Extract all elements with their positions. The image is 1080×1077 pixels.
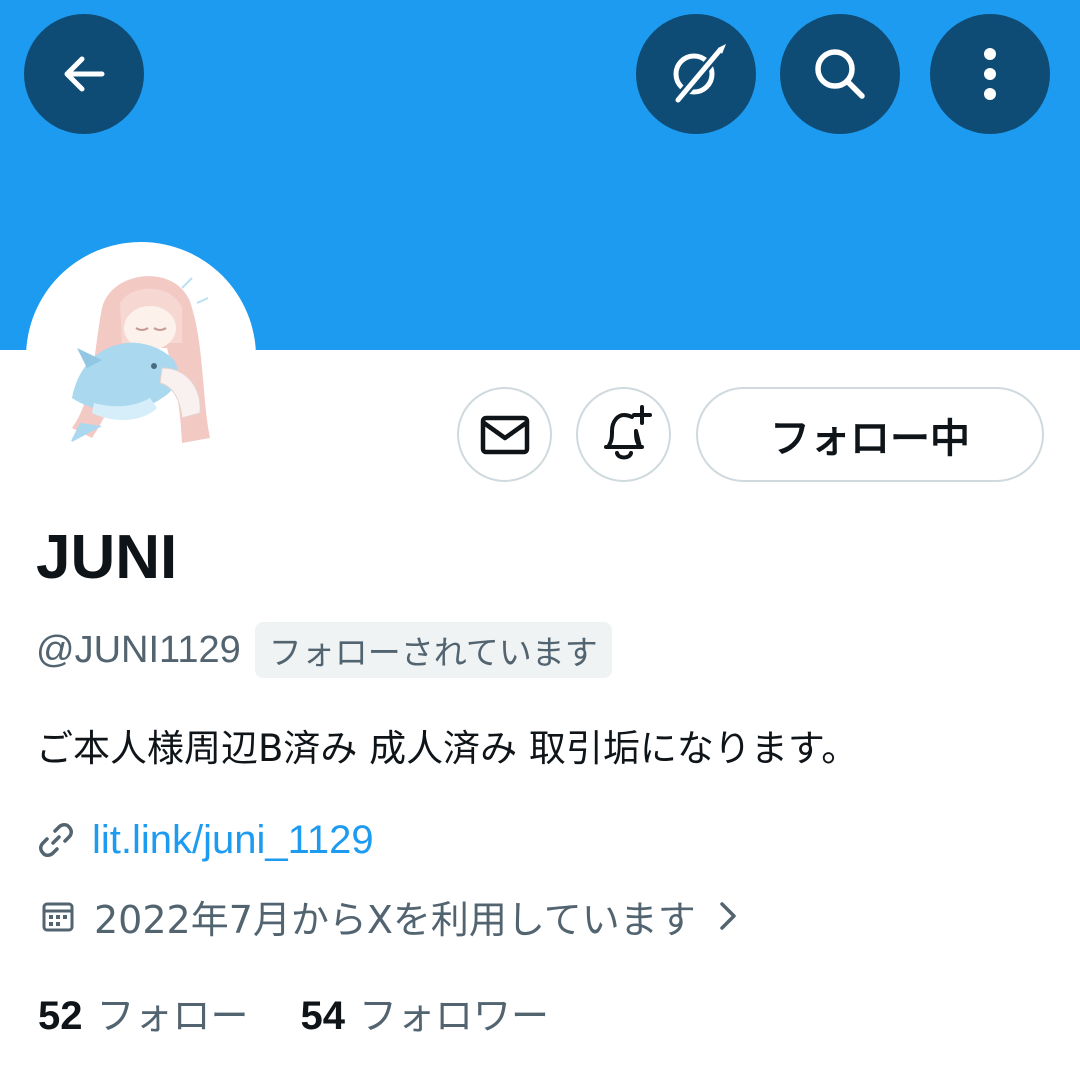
following-stat[interactable]: 52 フォロー <box>38 985 249 1040</box>
grok-icon <box>672 44 726 106</box>
followers-label: フォロワー <box>359 993 550 1038</box>
display-name: JUNI <box>36 523 178 592</box>
link-icon <box>39 823 73 857</box>
profile-link-row: lit.link/juni_1129 <box>36 812 374 868</box>
avatar[interactable] <box>26 242 256 472</box>
calendar-icon <box>42 902 74 932</box>
message-button[interactable] <box>457 387 552 482</box>
bell-plus-icon <box>603 404 652 459</box>
following-label: フォロー <box>96 993 249 1038</box>
grok-button[interactable] <box>636 14 756 134</box>
following-count: 52 <box>38 993 83 1038</box>
back-button[interactable] <box>24 14 144 134</box>
following-button[interactable]: フォロー中 <box>696 387 1044 482</box>
more-options-button[interactable] <box>930 14 1050 134</box>
followers-stat[interactable]: 54 フォロワー <box>301 985 550 1040</box>
profile-link[interactable]: lit.link/juni_1129 <box>92 818 374 863</box>
follow-stats: 52 フォロー 54 フォロワー <box>38 984 549 1040</box>
search-button[interactable] <box>780 14 900 134</box>
handle-row: @JUNI1129 フォローされています <box>36 622 612 678</box>
followers-count: 54 <box>300 993 346 1038</box>
notifications-button[interactable] <box>576 387 671 482</box>
profile-bio: ご本人様周辺B済み 成人済み 取引垢になります。 <box>36 727 859 770</box>
user-handle: @JUNI1129 <box>36 628 241 671</box>
more-vertical-icon <box>984 48 996 100</box>
joined-date-row[interactable]: 2022年7月からXを利用しています <box>38 888 742 944</box>
search-icon <box>815 49 865 99</box>
profile-page: フォロー中 JUNI @JUNI1129 フォローされています ご本人様周辺B済… <box>0 0 1080 1077</box>
arrow-left-icon <box>64 56 105 92</box>
mail-icon <box>480 415 529 454</box>
avatar-illustration <box>32 248 250 466</box>
chevron-right-icon <box>720 902 736 930</box>
follows-you-badge: フォローされています <box>254 622 612 678</box>
joined-date: 2022年7月からXを利用しています <box>94 897 696 942</box>
